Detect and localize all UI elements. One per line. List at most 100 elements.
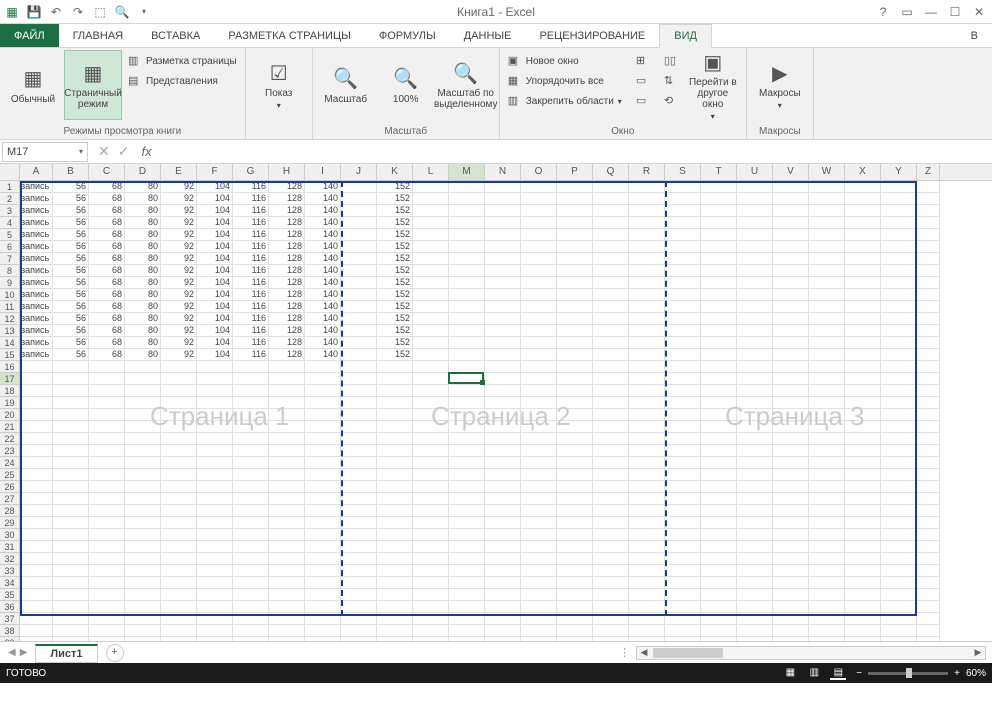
normal-view-icon[interactable]: ▦: [782, 667, 798, 680]
freeze-panes-button[interactable]: ▥Закрепить области ▾: [504, 92, 626, 110]
row-header[interactable]: 20: [0, 409, 19, 421]
row-header[interactable]: 23: [0, 445, 19, 457]
sheet-nav-next-icon[interactable]: ▶: [20, 647, 28, 658]
row-header[interactable]: 19: [0, 397, 19, 409]
row-header[interactable]: 7: [0, 253, 19, 265]
row-header[interactable]: 36: [0, 601, 19, 613]
cells-area[interactable]: запись 156688092104116128140152запись 25…: [20, 181, 992, 641]
column-header[interactable]: P: [557, 164, 593, 180]
tab-home[interactable]: ГЛАВНАЯ: [59, 24, 137, 47]
fx-icon[interactable]: fx: [137, 144, 155, 159]
column-header[interactable]: T: [701, 164, 737, 180]
row-header[interactable]: 5: [0, 229, 19, 241]
row-header[interactable]: 35: [0, 589, 19, 601]
sync-scroll-button[interactable]: ⇅: [660, 72, 682, 90]
column-header[interactable]: Y: [881, 164, 917, 180]
qat-dropdown-icon[interactable]: ▾: [136, 4, 152, 20]
tab-insert[interactable]: ВСТАВКА: [137, 24, 214, 47]
new-window-button[interactable]: ▣Новое окно: [504, 52, 626, 70]
sheet-tab[interactable]: Лист1: [35, 644, 97, 663]
minimize-icon[interactable]: —: [924, 5, 938, 19]
column-header[interactable]: M: [449, 164, 485, 180]
row-header[interactable]: 9: [0, 277, 19, 289]
column-header[interactable]: A: [20, 164, 53, 180]
help-icon[interactable]: ?: [876, 5, 890, 19]
row-header[interactable]: 13: [0, 325, 19, 337]
scroll-right-icon[interactable]: ▶: [971, 647, 985, 658]
show-button[interactable]: ☑Показ▾: [250, 50, 308, 120]
row-header[interactable]: 8: [0, 265, 19, 277]
column-header[interactable]: F: [197, 164, 233, 180]
row-header[interactable]: 25: [0, 469, 19, 481]
row-header[interactable]: 17: [0, 373, 19, 385]
tab-view[interactable]: ВИД: [659, 24, 712, 48]
tab-page-layout[interactable]: РАЗМЕТКА СТРАНИЦЫ: [214, 24, 364, 47]
row-header[interactable]: 31: [0, 541, 19, 553]
column-header[interactable]: V: [773, 164, 809, 180]
view-side-by-side-button[interactable]: ▯▯: [660, 52, 682, 70]
chevron-down-icon[interactable]: ▾: [79, 147, 83, 156]
column-header[interactable]: C: [89, 164, 125, 180]
arrange-all-button[interactable]: ▦Упорядочить все: [504, 72, 626, 90]
close-icon[interactable]: ✕: [972, 5, 986, 19]
add-sheet-button[interactable]: +: [106, 644, 124, 662]
row-header[interactable]: 29: [0, 517, 19, 529]
column-header[interactable]: D: [125, 164, 161, 180]
row-header[interactable]: 2: [0, 193, 19, 205]
zoom-selection-button[interactable]: 🔍Масштаб по выделенному: [437, 50, 495, 120]
column-header[interactable]: E: [161, 164, 197, 180]
select-all-corner[interactable]: [0, 164, 20, 180]
row-header[interactable]: 10: [0, 289, 19, 301]
row-header[interactable]: 37: [0, 613, 19, 625]
ribbon-options-icon[interactable]: ▭: [900, 5, 914, 19]
column-header[interactable]: I: [305, 164, 341, 180]
column-header[interactable]: J: [341, 164, 377, 180]
row-header[interactable]: 22: [0, 433, 19, 445]
row-header[interactable]: 11: [0, 301, 19, 313]
page-break-view-button[interactable]: ▦Страничный режим: [64, 50, 122, 120]
hide-button[interactable]: ▭: [632, 72, 654, 90]
tab-file[interactable]: ФАЙЛ: [0, 24, 59, 47]
row-header[interactable]: 26: [0, 481, 19, 493]
redo-icon[interactable]: ↷: [70, 4, 86, 20]
touch-icon[interactable]: ⬚: [92, 4, 108, 20]
row-header[interactable]: 15: [0, 349, 19, 361]
maximize-icon[interactable]: ☐: [948, 5, 962, 19]
row-header[interactable]: 34: [0, 577, 19, 589]
custom-views-button[interactable]: ▤Представления: [124, 72, 241, 90]
zoom-slider[interactable]: [868, 672, 948, 675]
row-header[interactable]: 27: [0, 493, 19, 505]
column-header[interactable]: S: [665, 164, 701, 180]
row-header[interactable]: 12: [0, 313, 19, 325]
split-button[interactable]: ⊞: [632, 52, 654, 70]
print-preview-icon[interactable]: 🔍: [114, 4, 130, 20]
normal-view-button[interactable]: ▦Обычный: [4, 50, 62, 120]
horizontal-scrollbar[interactable]: ◀ ▶: [636, 646, 986, 660]
cancel-formula-icon[interactable]: ✕: [98, 143, 110, 160]
scroll-left-icon[interactable]: ◀: [637, 647, 651, 658]
row-header[interactable]: 28: [0, 505, 19, 517]
zoom-in-button[interactable]: +: [954, 668, 960, 679]
row-header[interactable]: 21: [0, 421, 19, 433]
column-header[interactable]: B: [53, 164, 89, 180]
page-layout-button[interactable]: ▥Разметка страницы: [124, 52, 241, 70]
reset-position-button[interactable]: ⟲: [660, 92, 682, 110]
sheet-nav-prev-icon[interactable]: ◀: [8, 647, 16, 658]
enter-formula-icon[interactable]: ✓: [118, 143, 130, 160]
name-box[interactable]: M17▾: [2, 142, 88, 162]
zoom-button[interactable]: 🔍Масштаб: [317, 50, 375, 120]
column-header[interactable]: Z: [917, 164, 940, 180]
row-header[interactable]: 24: [0, 457, 19, 469]
column-header[interactable]: L: [413, 164, 449, 180]
zoom-thumb[interactable]: [906, 668, 912, 678]
tab-split-handle[interactable]: ⋮: [619, 646, 636, 660]
column-header[interactable]: O: [521, 164, 557, 180]
row-header[interactable]: 1: [0, 181, 19, 193]
zoom-100-button[interactable]: 🔍100%: [377, 50, 435, 120]
tab-extra[interactable]: В: [957, 24, 992, 47]
row-header[interactable]: 38: [0, 625, 19, 637]
column-header[interactable]: U: [737, 164, 773, 180]
scroll-thumb[interactable]: [653, 648, 723, 658]
unhide-button[interactable]: ▭: [632, 92, 654, 110]
row-header[interactable]: 14: [0, 337, 19, 349]
